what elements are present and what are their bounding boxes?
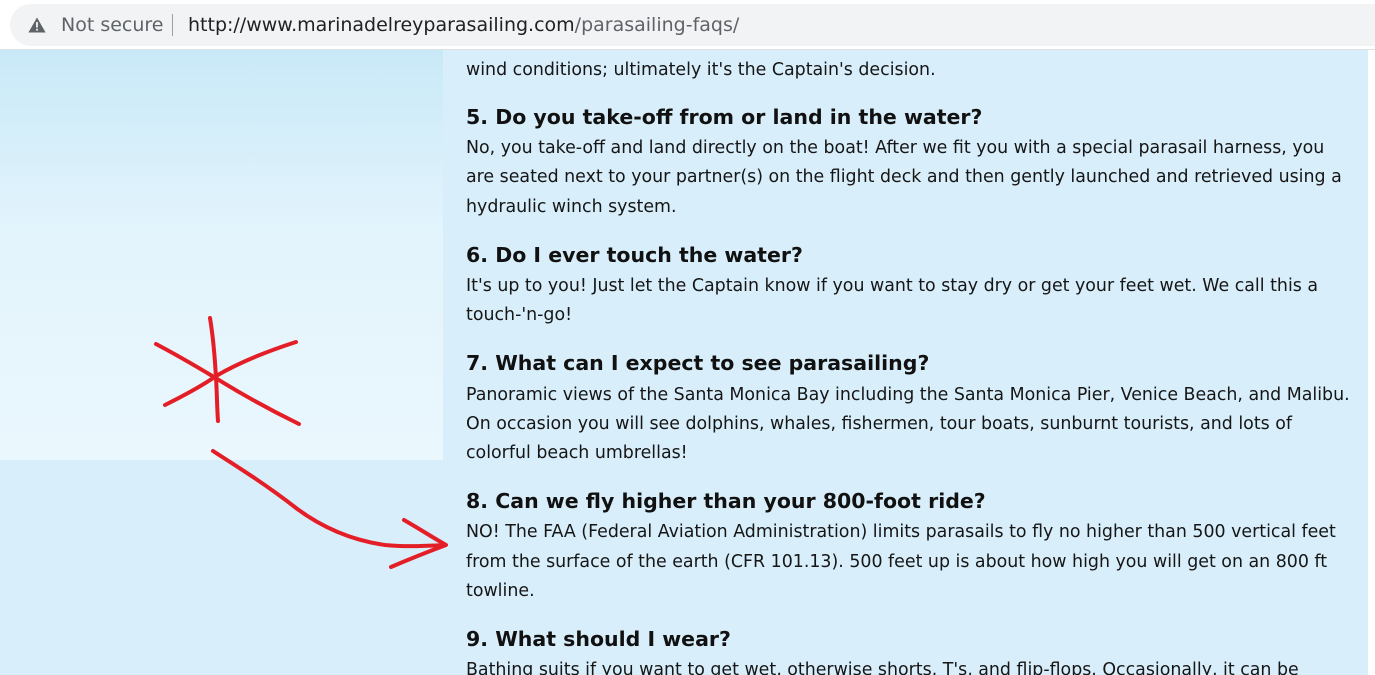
- answer-line: It's up to you! Just let the Captain kno…: [466, 276, 1319, 296]
- faq-question-9: 9. What should I wear?: [466, 627, 731, 651]
- faq-question-5: 5. Do you take-off from or land in the w…: [466, 105, 983, 129]
- faq-question-8: 8. Can we fly higher than your 800-foot …: [466, 489, 986, 513]
- answer-line: NO! The FAA (Federal Aviation Administra…: [466, 522, 1336, 542]
- left-sidebar-background: [0, 50, 443, 460]
- answer-line: colorful beach umbrellas!: [466, 443, 688, 463]
- answer-line: Bathing suits if you want to get wet, ot…: [466, 660, 1299, 675]
- security-status-label[interactable]: Not secure: [61, 14, 164, 36]
- answer-text: wind conditions; ultimately it's the Cap…: [466, 60, 936, 80]
- answer-line: No, you take-off and land directly on th…: [466, 138, 1325, 158]
- faq-question-7: 7. What can I expect to see parasailing?: [466, 351, 930, 375]
- scrollbar-track[interactable]: [1368, 50, 1375, 675]
- warning-triangle-icon[interactable]: [28, 17, 46, 33]
- url-host: http://www.marinadelreyparasailing.com: [188, 14, 575, 36]
- omnibox-divider: [172, 14, 173, 36]
- omnibox[interactable]: Not secure http://www.marinadelreyparasa…: [10, 4, 1375, 46]
- answer-line: touch-'n-go!: [466, 305, 573, 325]
- answer-line: from the surface of the earth (CFR 101.1…: [466, 552, 1328, 572]
- answer-line: are seated next to your partner(s) on th…: [466, 167, 1342, 187]
- answer-line: hydraulic winch system.: [466, 197, 677, 217]
- url-field[interactable]: http://www.marinadelreyparasailing.com/p…: [188, 14, 739, 36]
- answer-line: towline.: [466, 581, 535, 601]
- answer-line: On occasion you will see dolphins, whale…: [466, 414, 1292, 434]
- browser-address-bar: Not secure http://www.marinadelreyparasa…: [0, 0, 1375, 50]
- answer-line: Panoramic views of the Santa Monica Bay …: [466, 385, 1350, 405]
- page-viewport: wind conditions; ultimately it's the Cap…: [0, 50, 1375, 675]
- faq-question-6: 6. Do I ever touch the water?: [466, 243, 803, 267]
- url-path: /parasailing-faqs/: [574, 14, 740, 36]
